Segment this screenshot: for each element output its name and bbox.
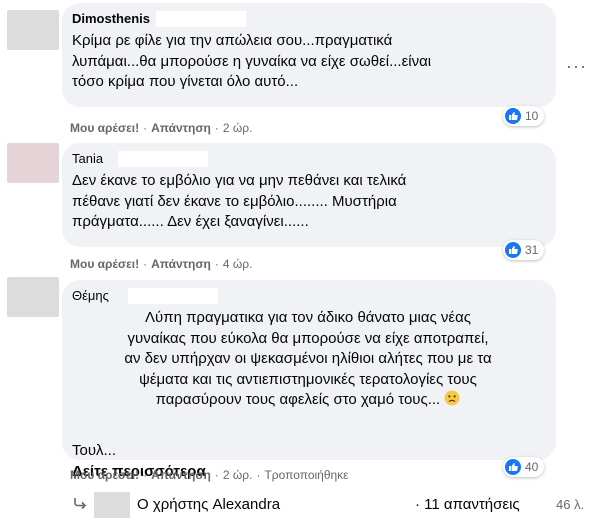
author-name[interactable]: Tania: [72, 151, 103, 166]
reaction-count[interactable]: 10: [503, 106, 545, 126]
reply-time: 46 λ.: [556, 497, 585, 512]
reply-user[interactable]: Ο χρήστης Alexandra: [137, 496, 280, 513]
view-replies[interactable]: Ο χρήστης Alexandra · 11 απαντήσεις 46 λ…: [0, 492, 594, 518]
more-options-icon[interactable]: ···: [566, 56, 587, 77]
avatar[interactable]: [7, 10, 59, 50]
like-icon: [505, 242, 521, 258]
reply-count[interactable]: · 11 απαντήσεις: [415, 496, 520, 513]
comment-author[interactable]: Θέμης: [72, 287, 544, 304]
name-redaction: [156, 11, 246, 27]
comment-time[interactable]: 4 ώρ.: [223, 257, 253, 271]
comment-actions: Μου αρέσει! · Απάντηση · 4 ώρ.: [70, 257, 253, 271]
truncated-text: Τουλ...: [72, 442, 117, 459]
reaction-number: 10: [525, 109, 539, 123]
comment-time[interactable]: 2 ώρ.: [223, 468, 253, 482]
reaction-number: 40: [525, 460, 539, 474]
reaction-count[interactable]: 40: [503, 457, 545, 477]
comment-author[interactable]: Dimosthenis: [72, 10, 544, 27]
reply-avatar[interactable]: [94, 492, 130, 518]
author-name[interactable]: Dimosthenis: [72, 11, 150, 26]
comment-actions: Μου αρέσει! · Απάντηση · 2 ώρ.: [70, 121, 253, 135]
edited-label[interactable]: Τροποποιήθηκε: [264, 468, 348, 482]
comment-bubble: Θέμης Λύπη πραγματικα για τον άδικο θάνα…: [62, 280, 556, 480]
comment-bubble: Tania Δεν έκανε το εμβόλιο για να μην πε…: [62, 143, 556, 247]
like-icon: [505, 459, 521, 475]
reaction-count[interactable]: 31: [503, 240, 545, 260]
comment-text: Λύπη πραγματικα για τον άδικο θάνατο μια…: [72, 308, 544, 411]
name-redaction: [128, 288, 218, 304]
name-redaction: [118, 151, 208, 167]
avatar[interactable]: [7, 143, 59, 183]
reply-button[interactable]: Απάντηση: [151, 468, 211, 482]
sad-face-icon: [444, 390, 460, 406]
comment-time[interactable]: 2 ώρ.: [223, 121, 253, 135]
like-icon: [505, 108, 521, 124]
like-button[interactable]: Μου αρέσει!: [70, 257, 139, 271]
comment-actions: Μου αρέσει! · Απάντηση · 2 ώρ. · Τροποποιήθηκε: [70, 468, 349, 482]
reply-arrow-icon: [74, 498, 87, 510]
comment-text-content: Λύπη πραγματικα για τον άδικο θάνατο μια…: [124, 309, 492, 408]
reply-button[interactable]: Απάντηση: [151, 121, 211, 135]
comment-bubble: Dimosthenis Κρίμα ρε φίλε για την απώλει…: [62, 3, 556, 107]
author-name[interactable]: Θέμης: [72, 288, 109, 303]
like-button[interactable]: Μου αρέσει!: [70, 121, 139, 135]
avatar[interactable]: [7, 277, 59, 317]
comment-text: Δεν έκανε το εμβόλιο για να μην πεθάνει …: [72, 172, 407, 230]
comment-text: Κρίμα ρε φίλε για την απώλεια σου...πραγ…: [72, 32, 432, 90]
comment-author[interactable]: Tania: [72, 150, 544, 167]
reaction-number: 31: [525, 243, 539, 257]
reply-button[interactable]: Απάντηση: [151, 257, 211, 271]
like-button[interactable]: Μου αρέσει!: [70, 468, 139, 482]
